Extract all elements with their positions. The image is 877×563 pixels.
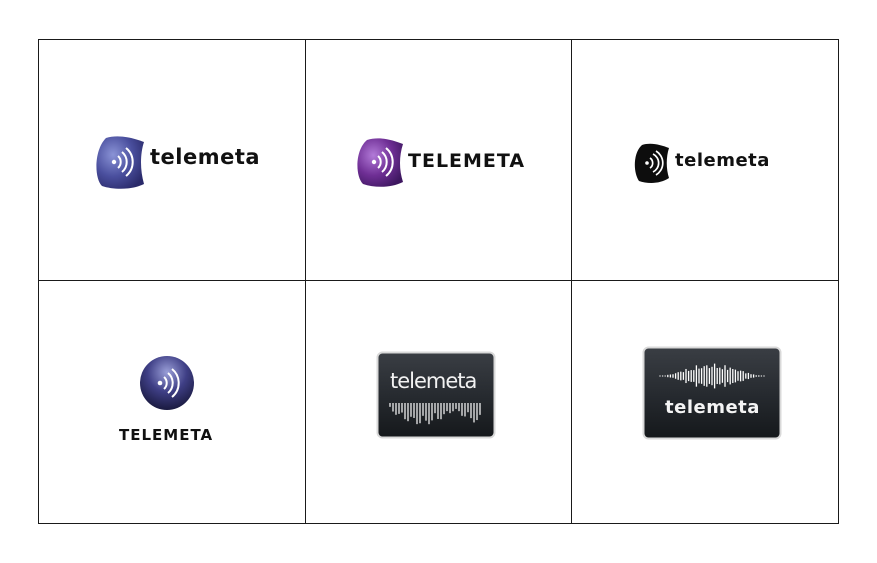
- badge-black: [633, 142, 671, 184]
- sound-waves-icon: [357, 138, 403, 187]
- waveform-icon: [376, 351, 496, 439]
- sound-waves-icon: [96, 136, 144, 189]
- logo-cell-6: telemeta: [572, 281, 838, 523]
- dark-box-logo: [376, 351, 496, 439]
- wordmark: telemeta: [150, 145, 261, 169]
- badge-purple: [94, 134, 146, 190]
- logo-cell-2: TELEMETA: [306, 40, 572, 281]
- sound-waves-icon: [140, 356, 194, 410]
- wordmark: telemeta: [675, 150, 770, 171]
- logo-cell-1: telemeta: [39, 40, 306, 281]
- logo-cell-5: telemeta: [306, 281, 572, 523]
- wordmark: TELEMETA: [119, 426, 214, 444]
- wordmark: TELEMETA: [408, 150, 526, 172]
- logo-grid: telemeta TELEMETA telemeta TELEMETA tele…: [38, 39, 839, 524]
- logo-cell-3: telemeta: [572, 40, 838, 281]
- sound-waves-icon: [634, 143, 669, 183]
- wordmark: telemeta: [390, 369, 477, 393]
- wordmark: telemeta: [665, 397, 760, 418]
- badge-circle: [138, 354, 196, 412]
- waveform-icon: [642, 346, 782, 440]
- badge-violet: [355, 136, 405, 188]
- dark-box-logo: [642, 346, 782, 440]
- logo-cell-4: TELEMETA: [39, 281, 306, 523]
